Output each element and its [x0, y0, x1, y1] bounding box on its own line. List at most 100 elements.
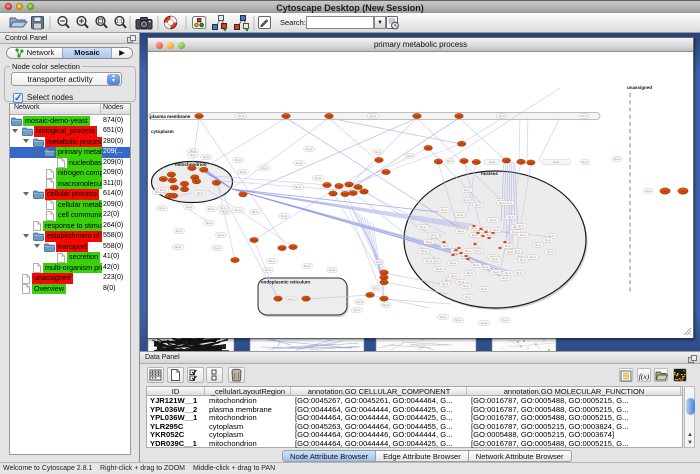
- svg-text:G..s: G..s: [370, 114, 376, 118]
- svg-text:G..s: G..s: [238, 114, 244, 118]
- svg-text:G..s: G..s: [373, 286, 379, 290]
- svg-text:G..s: G..s: [206, 221, 212, 225]
- svg-text:G..s: G..s: [512, 230, 518, 234]
- svg-text:G..s: G..s: [467, 271, 473, 275]
- svg-text:YBR..: YBR..: [518, 161, 525, 164]
- svg-text:G..s: G..s: [493, 228, 499, 232]
- svg-text:G..s: G..s: [269, 259, 275, 263]
- svg-text:G..s: G..s: [489, 160, 495, 164]
- svg-text:G..s: G..s: [481, 287, 487, 291]
- svg-text:YBR..: YBR..: [662, 190, 669, 193]
- svg-text:YBR..: YBR..: [361, 190, 368, 193]
- svg-text:G..s: G..s: [464, 188, 470, 192]
- svg-text:YBR..: YBR..: [275, 298, 282, 301]
- svg-text:G..s: G..s: [481, 321, 487, 325]
- svg-text:G..s: G..s: [357, 300, 363, 304]
- svg-text:G..s: G..s: [442, 282, 448, 286]
- svg-text:YBR..: YBR..: [251, 239, 258, 242]
- svg-text:G..s: G..s: [516, 271, 522, 275]
- svg-text:YBR..: YBR..: [170, 195, 177, 198]
- svg-text:G..s: G..s: [421, 249, 427, 253]
- svg-text:G..s: G..s: [295, 185, 301, 189]
- svg-text:G..s: G..s: [159, 206, 165, 210]
- svg-text:G..s: G..s: [535, 243, 541, 247]
- svg-text:YBR..: YBR..: [367, 294, 374, 297]
- svg-text:endoplasmic reticulum: endoplasmic reticulum: [261, 280, 310, 285]
- svg-text:G..s: G..s: [614, 157, 620, 161]
- svg-text:G..s: G..s: [265, 268, 271, 272]
- svg-text:YBR..: YBR..: [169, 179, 176, 182]
- svg-text:YBR..: YBR..: [381, 281, 388, 284]
- svg-text:G..s: G..s: [441, 208, 447, 212]
- svg-text:G..s: G..s: [520, 233, 526, 237]
- svg-text:G..s: G..s: [436, 267, 442, 271]
- svg-text:G..s: G..s: [508, 215, 514, 219]
- svg-text:YBR..: YBR..: [171, 187, 178, 190]
- svg-text:G..s: G..s: [426, 259, 432, 263]
- svg-text:YBR..: YBR..: [336, 185, 343, 188]
- svg-text:G..s: G..s: [499, 201, 505, 205]
- svg-text:YBR..: YBR..: [324, 184, 331, 187]
- svg-text:G..s: G..s: [530, 255, 536, 259]
- svg-text:G..s: G..s: [458, 229, 464, 233]
- svg-text:G..s: G..s: [261, 166, 267, 170]
- svg-text:YBR..: YBR..: [279, 247, 286, 250]
- svg-text:YBR..: YBR..: [435, 160, 442, 163]
- svg-text:YBR..: YBR..: [330, 192, 337, 195]
- svg-text:G..s: G..s: [375, 150, 381, 154]
- svg-text:G..s: G..s: [553, 160, 559, 164]
- svg-text:G..s: G..s: [214, 246, 220, 250]
- svg-text:YBR..: YBR..: [381, 298, 388, 301]
- svg-text:plasma membrane: plasma membrane: [150, 114, 191, 119]
- svg-text:YBR..: YBR..: [283, 115, 290, 118]
- svg-text:1:1: 1:1: [116, 19, 123, 25]
- svg-text:G..s: G..s: [502, 276, 508, 280]
- svg-text:G..s: G..s: [431, 233, 437, 237]
- svg-text:G..s: G..s: [175, 245, 181, 249]
- svg-text:G..s: G..s: [426, 240, 432, 244]
- svg-text:G..s: G..s: [505, 271, 511, 275]
- svg-text:G..s: G..s: [197, 191, 203, 195]
- svg-text:YBR..: YBR..: [503, 159, 510, 162]
- svg-text:G..s: G..s: [306, 147, 312, 151]
- svg-text:YBR..: YBR..: [181, 188, 188, 191]
- svg-text:G..s: G..s: [520, 258, 526, 262]
- svg-text:G..s: G..s: [486, 233, 492, 237]
- svg-text:G..s: G..s: [547, 250, 553, 254]
- svg-text:YBR..: YBR..: [160, 178, 167, 181]
- svg-text:G..s: G..s: [493, 270, 499, 274]
- svg-text:YBR..: YBR..: [355, 186, 362, 189]
- svg-text:YBR..: YBR..: [425, 147, 432, 150]
- svg-text:YBR..: YBR..: [381, 276, 388, 279]
- svg-text:G..s: G..s: [160, 188, 166, 192]
- svg-text:YBR..: YBR..: [376, 159, 383, 162]
- svg-text:G..s: G..s: [490, 218, 496, 222]
- svg-text:YBR..: YBR..: [181, 183, 188, 186]
- svg-text:G..s: G..s: [502, 318, 508, 322]
- svg-text:nucleus: nucleus: [481, 171, 499, 176]
- svg-text:YBR..: YBR..: [680, 190, 687, 193]
- svg-text:G..s: G..s: [507, 250, 513, 254]
- svg-text:G..s: G..s: [383, 303, 389, 307]
- svg-text:G..s: G..s: [304, 264, 310, 268]
- svg-text:YBR..: YBR..: [350, 192, 357, 195]
- svg-text:G..s: G..s: [288, 297, 294, 301]
- svg-text:G..s: G..s: [499, 114, 505, 118]
- svg-text:YBR..: YBR..: [414, 115, 421, 118]
- svg-text:YBR..: YBR..: [461, 160, 468, 163]
- svg-text:YBR..: YBR..: [240, 193, 247, 196]
- svg-text:G..s: G..s: [475, 249, 481, 253]
- svg-text:unassigned: unassigned: [627, 85, 652, 90]
- svg-text:YBR..: YBR..: [456, 115, 463, 118]
- svg-text:YBR..: YBR..: [473, 161, 480, 164]
- svg-text:YBR..: YBR..: [232, 259, 239, 262]
- svg-text:YBR..: YBR..: [168, 173, 175, 176]
- svg-text:G..s: G..s: [443, 244, 449, 248]
- svg-text:G..s: G..s: [582, 160, 588, 164]
- svg-text:G..s: G..s: [329, 268, 335, 272]
- svg-text:YBR..: YBR..: [189, 167, 196, 170]
- svg-text:G..s: G..s: [455, 318, 461, 322]
- svg-text:G..s: G..s: [407, 154, 413, 158]
- svg-text:G..s: G..s: [208, 207, 214, 211]
- svg-text:G..s: G..s: [252, 210, 258, 214]
